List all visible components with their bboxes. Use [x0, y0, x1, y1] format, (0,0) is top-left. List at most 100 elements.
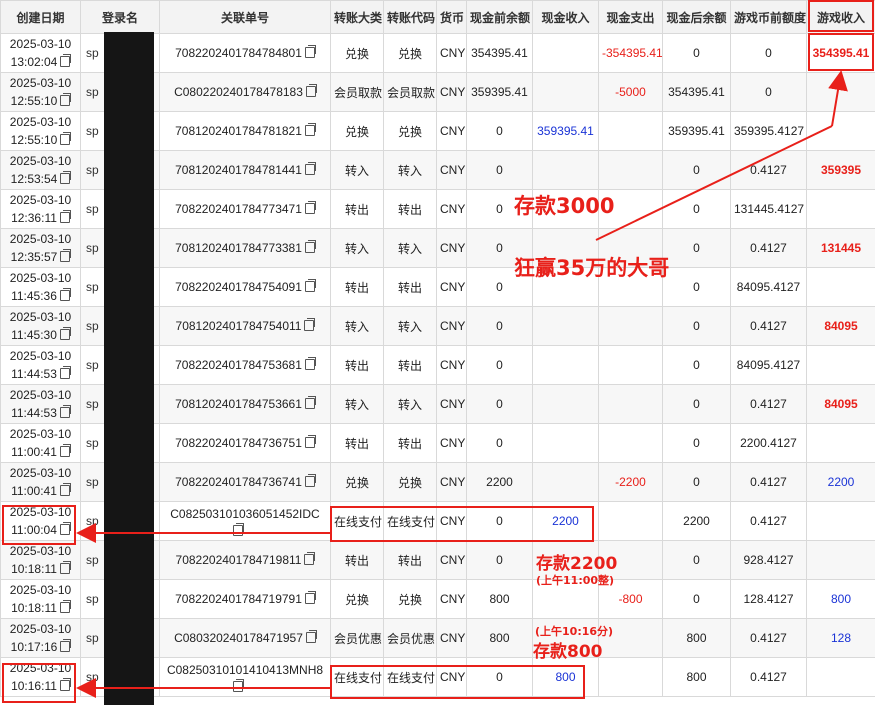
- game-income: [806, 345, 875, 385]
- column-header[interactable]: 现金收入: [532, 0, 599, 34]
- order-number-cell: 7082202401784736751: [159, 423, 331, 463]
- copy-icon[interactable]: [304, 162, 316, 175]
- order-number-cell: 7082202401784736741: [159, 462, 331, 502]
- created-time-line: 11:45:30: [4, 326, 77, 344]
- copy-icon[interactable]: [304, 435, 316, 448]
- column-header[interactable]: 转账大类: [330, 0, 384, 34]
- cash-after-balance: 0: [662, 33, 731, 73]
- game-coin-before: 0.4127: [730, 228, 807, 268]
- copy-icon[interactable]: [59, 210, 71, 223]
- column-header[interactable]: 创建日期: [0, 0, 81, 34]
- currency: CNY: [436, 150, 467, 190]
- copy-icon[interactable]: [60, 639, 72, 652]
- transfer-code: 转出: [383, 189, 437, 229]
- copy-icon[interactable]: [59, 327, 71, 340]
- game-coin-before: 0.4127: [730, 657, 807, 697]
- copy-icon[interactable]: [304, 279, 316, 292]
- created-time-line: 11:44:53: [4, 365, 77, 383]
- login-name-prefix: sp: [85, 280, 99, 294]
- column-header[interactable]: 现金后余额: [662, 0, 731, 34]
- created-time-line: 10:17:16: [4, 638, 77, 656]
- transfer-code: 转出: [383, 267, 437, 307]
- copy-icon[interactable]: [305, 84, 317, 97]
- copy-icon[interactable]: [60, 132, 72, 145]
- order-number: 7082202401784736741: [175, 475, 302, 489]
- cash-income: [532, 72, 599, 112]
- game-coin-before: 128.4127: [730, 579, 807, 619]
- copy-icon[interactable]: [60, 93, 72, 106]
- copy-icon[interactable]: [59, 600, 71, 613]
- game-coin-before: 84095.4127: [730, 267, 807, 307]
- copy-icon[interactable]: [233, 679, 244, 692]
- currency: CNY: [436, 33, 467, 73]
- login-name-prefix: sp: [85, 241, 99, 255]
- transfer-code: 会员优惠: [383, 618, 437, 658]
- game-coin-before: 0.4127: [730, 306, 807, 346]
- cash-income: [532, 306, 599, 346]
- cash-income: 359395.41: [532, 111, 599, 151]
- column-header[interactable]: 现金前余额: [466, 0, 533, 34]
- created-time-line: 13:02:04: [4, 53, 77, 71]
- game-coin-before: 0.4127: [730, 150, 807, 190]
- copy-icon[interactable]: [304, 474, 316, 487]
- created-date-cell: 2025-03-10 10:17:16: [0, 618, 81, 658]
- created-date: 2025-03-10: [9, 37, 72, 51]
- copy-icon[interactable]: [304, 357, 316, 370]
- copy-icon[interactable]: [304, 123, 316, 136]
- copy-icon[interactable]: [233, 523, 244, 536]
- copy-icon[interactable]: [60, 54, 72, 67]
- game-coin-before: 2200.4127: [730, 423, 807, 463]
- game-coin-before: 0: [730, 33, 807, 73]
- transfer-code: 转入: [383, 228, 437, 268]
- copy-icon[interactable]: [60, 249, 72, 262]
- currency: CNY: [436, 267, 467, 307]
- copy-icon[interactable]: [304, 552, 316, 565]
- column-header[interactable]: 登录名: [80, 0, 160, 34]
- login-name-prefix: sp: [85, 124, 99, 138]
- game-income: [806, 423, 875, 463]
- copy-icon[interactable]: [59, 444, 71, 457]
- currency: CNY: [436, 540, 467, 580]
- login-name-prefix: sp: [85, 358, 99, 372]
- copy-icon[interactable]: [304, 201, 316, 214]
- copy-icon[interactable]: [304, 318, 316, 331]
- copy-icon[interactable]: [59, 561, 71, 574]
- cash-expense: [598, 345, 663, 385]
- transfer-code: 兑换: [383, 111, 437, 151]
- copy-icon[interactable]: [59, 483, 71, 496]
- copy-icon[interactable]: [305, 630, 317, 643]
- copy-icon[interactable]: [304, 591, 316, 604]
- transfer-category: 转出: [330, 189, 384, 229]
- column-header[interactable]: 现金支出: [598, 0, 663, 34]
- transfer-code: 会员取款: [383, 72, 437, 112]
- cash-after-balance: 354395.41: [662, 72, 731, 112]
- cash-after-balance: 359395.41: [662, 111, 731, 151]
- created-time-line: 10:18:11: [4, 560, 77, 578]
- transfer-category: 转入: [330, 228, 384, 268]
- created-time: 11:00:41: [11, 445, 57, 459]
- transfer-code: 转入: [383, 150, 437, 190]
- transfer-category: 兑换: [330, 33, 384, 73]
- created-date-cell: 2025-03-10 11:44:53: [0, 384, 81, 424]
- transfer-category: 转入: [330, 384, 384, 424]
- copy-icon[interactable]: [304, 396, 316, 409]
- column-header[interactable]: 游戏币前额度: [730, 0, 807, 34]
- column-header[interactable]: 转账代码: [383, 0, 437, 34]
- cash-after-balance: 2200: [662, 501, 731, 541]
- copy-icon[interactable]: [304, 240, 316, 253]
- copy-icon[interactable]: [304, 45, 316, 58]
- login-name-prefix: sp: [85, 436, 99, 450]
- column-header[interactable]: 关联单号: [159, 0, 331, 34]
- column-header[interactable]: 货币: [436, 0, 467, 34]
- order-number: 7081202401784753661: [175, 397, 302, 411]
- transfer-category: 会员取款: [330, 72, 384, 112]
- copy-icon[interactable]: [60, 171, 72, 184]
- copy-icon[interactable]: [59, 405, 71, 418]
- redaction-bar: [104, 32, 154, 705]
- created-time-line: 12:53:54: [4, 170, 77, 188]
- copy-icon[interactable]: [59, 288, 71, 301]
- copy-icon[interactable]: [59, 366, 71, 379]
- created-date-cell: 2025-03-10 11:45:36: [0, 267, 81, 307]
- transfer-code: 转出: [383, 345, 437, 385]
- order-number-cell: 7082202401784773471: [159, 189, 331, 229]
